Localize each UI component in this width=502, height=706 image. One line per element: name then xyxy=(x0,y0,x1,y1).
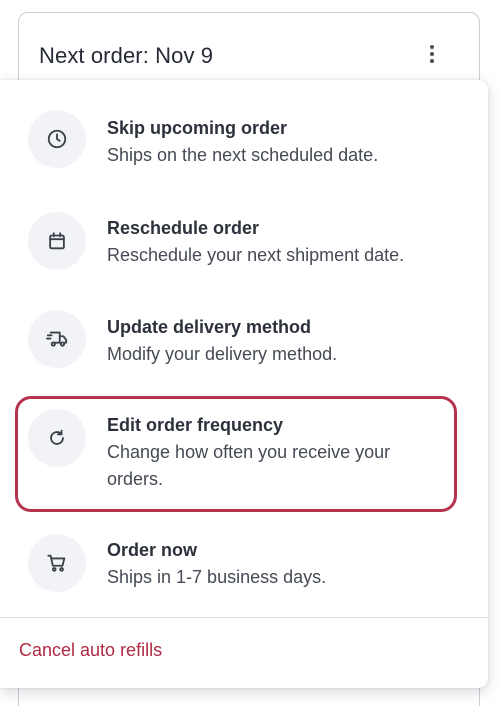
menu-item-title: Update delivery method xyxy=(107,317,312,337)
menu-item-reschedule-order[interactable]: Reschedule order Reschedule your next sh… xyxy=(0,185,488,285)
clock-icon xyxy=(28,110,86,168)
menu-item-description: Change how often you receive your orders… xyxy=(107,442,391,489)
calendar-icon xyxy=(28,212,86,270)
menu-item-description: Modify your delivery method. xyxy=(107,344,338,364)
menu-item-title: Skip upcoming order xyxy=(107,118,288,138)
menu-item-description: Reschedule your next shipment date. xyxy=(107,245,405,265)
menu-item-skip-upcoming-order[interactable]: Skip upcoming order Ships on the next sc… xyxy=(0,80,488,185)
menu-item-title: Order now xyxy=(107,540,198,560)
menu-item-description: Ships on the next scheduled date. xyxy=(107,145,379,165)
order-title: Next order: Nov 9 xyxy=(39,43,214,68)
menu-item-edit-order-frequency[interactable]: Edit order frequency Change how often yo… xyxy=(0,385,488,510)
menu-item-title: Reschedule order xyxy=(107,218,260,238)
order-actions-menu: Skip upcoming order Ships on the next sc… xyxy=(0,80,488,688)
menu-divider xyxy=(0,617,488,618)
shopping-cart-icon xyxy=(28,534,86,592)
menu-item-update-delivery-method[interactable]: Update delivery method Modify your deliv… xyxy=(0,285,488,385)
more-vertical-icon[interactable] xyxy=(425,45,439,69)
page: Next order: Nov 9 Skip upcoming order Sh… xyxy=(0,0,502,706)
delivery-truck-icon xyxy=(28,310,86,368)
menu-item-description: Ships in 1-7 business days. xyxy=(107,567,327,587)
refresh-icon xyxy=(28,409,86,467)
cancel-auto-refills-link[interactable]: Cancel auto refills xyxy=(19,640,162,661)
menu-item-order-now[interactable]: Order now Ships in 1-7 business days. xyxy=(0,510,488,615)
menu-item-title: Edit order frequency xyxy=(107,415,284,435)
